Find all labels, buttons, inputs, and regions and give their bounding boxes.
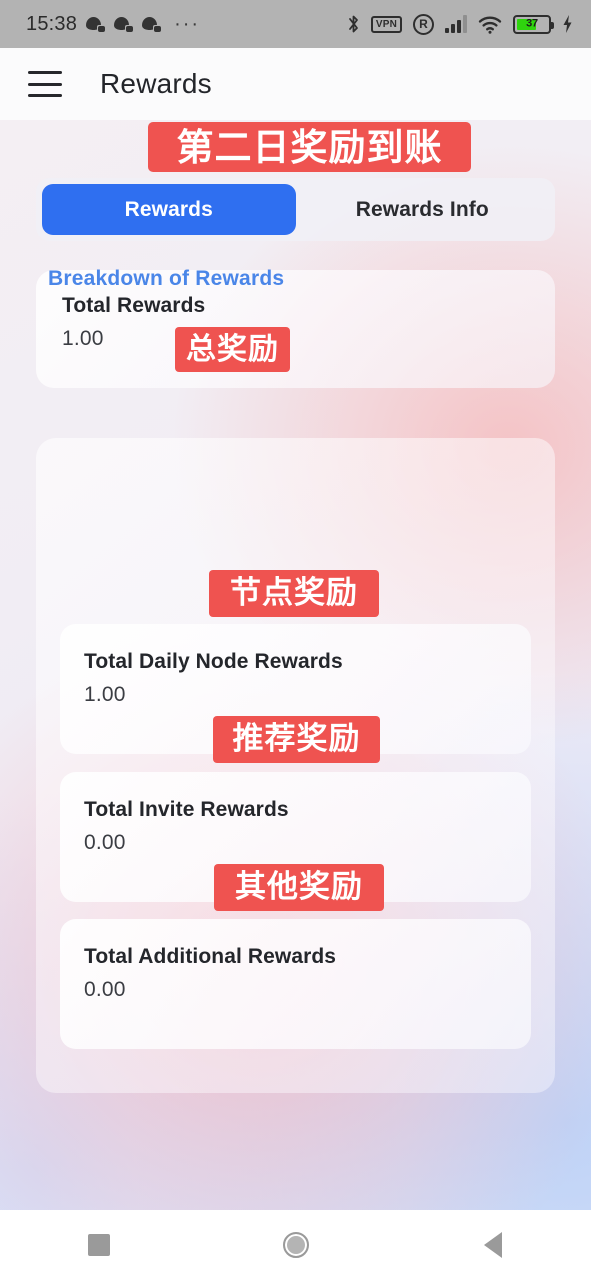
page-title: Rewards <box>100 68 212 99</box>
charging-bolt-icon <box>562 14 573 34</box>
hamburger-menu-icon[interactable] <box>28 71 62 97</box>
breakdown-title: Breakdown of Rewards <box>48 267 285 290</box>
invite-rewards-label: Total Invite Rewards <box>84 798 289 821</box>
notification-icon <box>114 16 134 32</box>
home-button[interactable] <box>197 1232 394 1258</box>
total-rewards-value: 1.00 <box>62 327 104 350</box>
annotation-invite-rewards: 推荐奖励 <box>213 716 380 763</box>
back-triangle-icon <box>483 1232 502 1258</box>
invite-rewards-value: 0.00 <box>84 831 126 854</box>
app-bar: Rewards <box>0 48 591 120</box>
daily-node-rewards-label: Total Daily Node Rewards <box>84 650 343 673</box>
tab-rewards-info[interactable]: Rewards Info <box>296 184 550 235</box>
notification-icon <box>86 16 106 32</box>
total-rewards-label: Total Rewards <box>62 294 206 317</box>
additional-rewards-value: 0.00 <box>84 978 126 1001</box>
additional-rewards-label: Total Additional Rewards <box>84 945 337 968</box>
status-bar: 15:38 ··· VPN R 37 <box>0 0 591 48</box>
back-button[interactable] <box>394 1232 591 1258</box>
overflow-dots-icon: ··· <box>174 13 201 35</box>
notification-icon <box>142 16 162 32</box>
roaming-icon: R <box>413 13 434 35</box>
android-nav-bar <box>0 1210 591 1280</box>
battery-percent-label: 37 <box>526 17 538 30</box>
daily-node-rewards-value: 1.00 <box>84 683 126 706</box>
recents-button[interactable] <box>0 1234 197 1256</box>
status-clock: 15:38 <box>26 12 78 35</box>
signal-bars-icon <box>445 15 467 33</box>
annotation-additional-rewards: 其他奖励 <box>214 864 384 911</box>
home-circle-icon <box>282 1232 309 1258</box>
main-content: Rewards Rewards Info Total Rewards 1.00 … <box>0 120 591 1210</box>
status-bar-right: VPN R 37 <box>347 13 573 35</box>
battery-icon: 37 <box>513 14 554 34</box>
bluetooth-icon <box>347 14 360 34</box>
annotation-node-rewards: 节点奖励 <box>209 570 379 617</box>
status-bar-left: 15:38 ··· <box>26 13 200 36</box>
recents-square-icon <box>87 1234 110 1256</box>
additional-rewards-card: Total Additional Rewards 0.00 <box>60 919 531 1049</box>
wifi-icon <box>478 15 502 34</box>
phone-screen: 15:38 ··· VPN R 37 Rewards Rewards Rewar… <box>0 0 591 1280</box>
annotation-banner: 第二日奖励到账 <box>148 122 471 172</box>
tab-rewards[interactable]: Rewards <box>42 184 296 235</box>
tab-bar: Rewards Rewards Info <box>36 178 555 241</box>
annotation-total-rewards: 总奖励 <box>175 327 290 372</box>
vpn-icon: VPN <box>370 15 402 33</box>
